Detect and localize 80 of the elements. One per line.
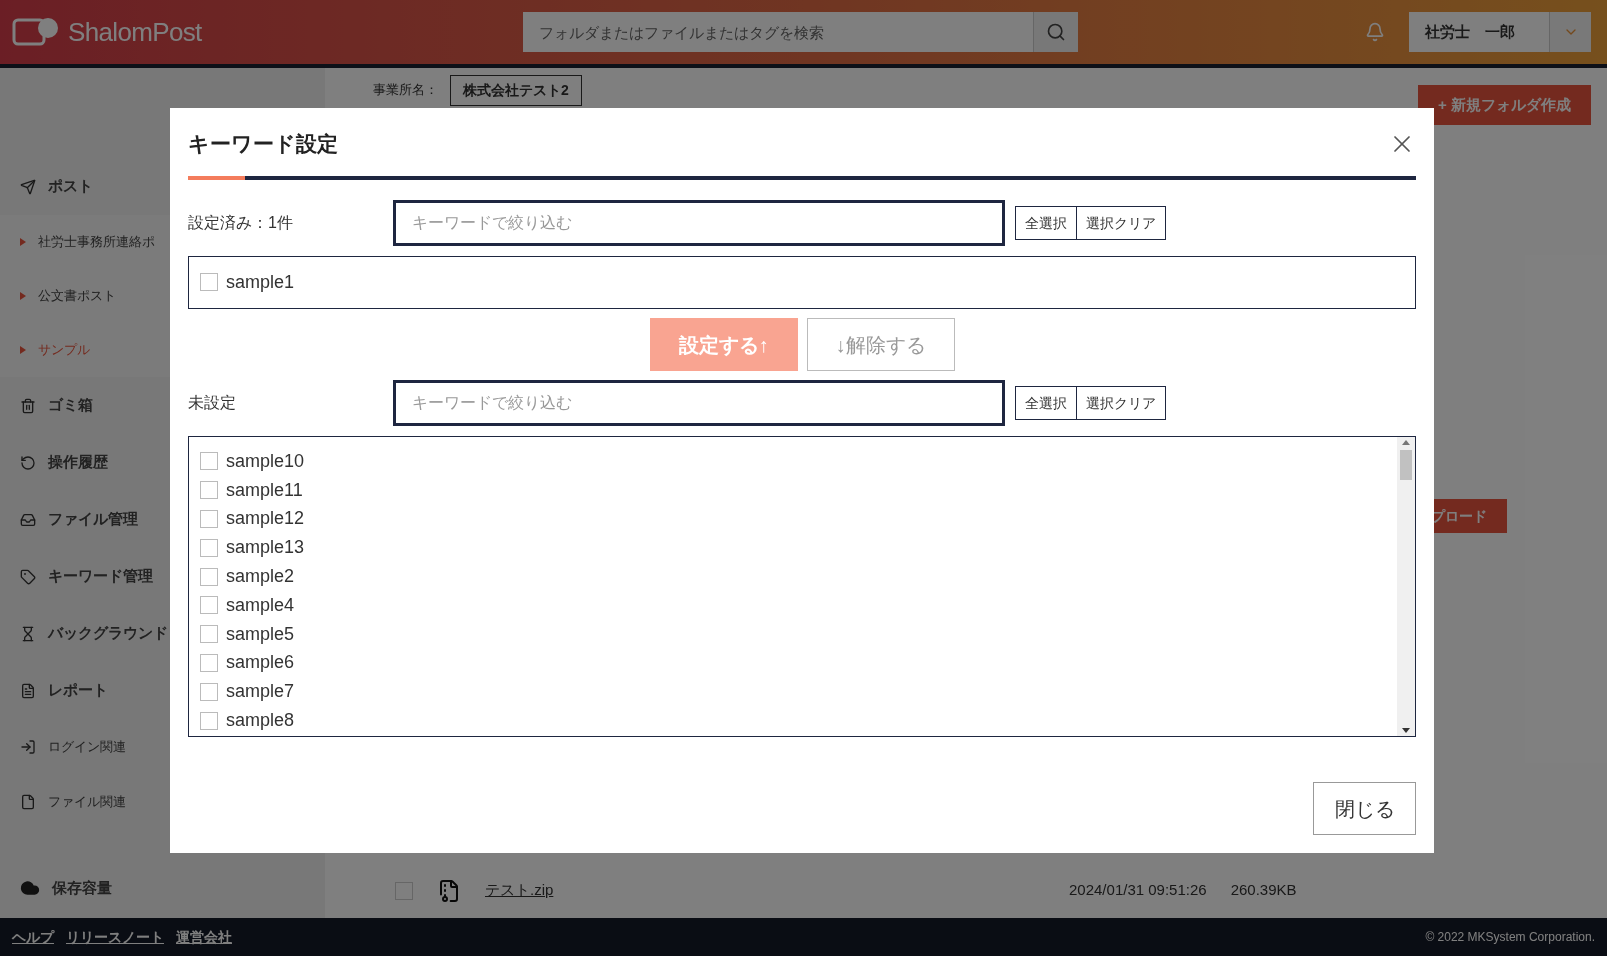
keyword-label: sample13 xyxy=(226,536,305,560)
office-name[interactable]: 株式会社テスト2 xyxy=(450,74,582,106)
sidebar-item[interactable]: キーワード管理 xyxy=(48,565,153,588)
filter-field[interactable]: キーワードで絞り込む xyxy=(393,200,1005,246)
file-size: 260.39KB xyxy=(1230,880,1297,901)
filter-field[interactable]: キーワードで絞り込む xyxy=(393,380,1005,426)
scrollbar[interactable] xyxy=(1397,437,1415,736)
new-folder-button[interactable]: + 新規フォルダ作成 xyxy=(1418,85,1591,125)
checkbox[interactable] xyxy=(200,567,218,586)
checkbox[interactable] xyxy=(200,596,218,615)
caret-icon xyxy=(20,238,26,246)
keyword-label: sample11 xyxy=(226,478,303,502)
checkbox[interactable] xyxy=(200,711,218,730)
checkbox[interactable] xyxy=(200,653,218,672)
storage-label: 保存容量 xyxy=(52,877,112,898)
sidebar-item[interactable]: ポスト xyxy=(48,175,93,198)
clear-selection-button[interactable]: 選択クリア xyxy=(1077,386,1166,420)
menu-icon xyxy=(20,793,36,810)
menu-icon xyxy=(20,178,36,195)
unassign-button[interactable]: ↓解除する xyxy=(806,318,955,371)
checkbox[interactable] xyxy=(200,538,218,557)
sidebar-item[interactable]: ゴミ箱 xyxy=(48,394,93,417)
select-all-button[interactable]: 全選択 xyxy=(1015,206,1077,240)
file-name-link[interactable]: テスト.zip xyxy=(485,879,845,902)
section-label: 未設定 xyxy=(188,393,237,413)
user-menu-button[interactable] xyxy=(1549,12,1591,52)
keyword-label: sample6 xyxy=(226,651,295,675)
sidebar-item[interactable]: ファイル関連 xyxy=(48,791,126,812)
sidebar-item[interactable]: 公文書ポスト xyxy=(38,286,116,306)
file-icon xyxy=(437,878,461,903)
checkbox[interactable] xyxy=(200,273,218,292)
keyword-label: sample5 xyxy=(226,622,295,646)
search-field[interactable]: フォルダまたはファイルまたはタグを検索 xyxy=(523,12,1033,52)
keyword-label: sample12 xyxy=(226,507,305,531)
checkbox[interactable] xyxy=(200,452,218,471)
cloud-icon xyxy=(20,878,40,898)
file-date: 2024/01/31 09:51:26 xyxy=(1069,880,1207,901)
assign-button[interactable]: 設定する↑ xyxy=(649,318,798,371)
sidebar-item[interactable]: ファイル管理 xyxy=(48,508,138,531)
clear-selection-button[interactable]: 選択クリア xyxy=(1077,206,1166,240)
menu-icon xyxy=(20,511,36,528)
sidebar-item[interactable]: 操作履歴 xyxy=(48,451,108,474)
menu-icon xyxy=(20,454,36,471)
copyright-text: © 2022 MKSystem Corporation. xyxy=(1425,929,1595,946)
caret-icon xyxy=(20,346,26,354)
menu-icon xyxy=(20,625,36,642)
keyword-label: sample8 xyxy=(226,709,295,733)
keyword-label: sample1 xyxy=(226,271,295,294)
close-button[interactable]: 閉じる xyxy=(1313,782,1416,835)
caret-icon xyxy=(20,292,26,300)
footer-link[interactable]: 運営会社 xyxy=(176,926,232,948)
sidebar-item[interactable]: レポート xyxy=(48,679,108,702)
checkbox[interactable] xyxy=(200,682,218,701)
bell-icon[interactable] xyxy=(1365,22,1385,42)
checkbox[interactable] xyxy=(200,510,218,528)
office-label: 事業所名： xyxy=(373,81,438,100)
checkbox[interactable] xyxy=(200,481,218,500)
sidebar-item[interactable]: 社労士事務所連絡ポ xyxy=(38,232,155,252)
keyword-label: sample4 xyxy=(226,593,295,617)
menu-icon xyxy=(20,568,36,585)
section-label: 設定済み：1件 xyxy=(188,213,294,233)
checkbox[interactable] xyxy=(395,881,413,900)
menu-icon xyxy=(20,682,36,699)
sidebar-item[interactable]: バックグラウンド xyxy=(48,622,168,645)
menu-icon xyxy=(20,397,36,414)
user-name[interactable]: 社労士 一郎 xyxy=(1409,12,1549,52)
footer-link[interactable]: ヘルプ xyxy=(12,926,54,948)
search-button[interactable] xyxy=(1033,12,1078,52)
sidebar-item[interactable]: ログイン関連 xyxy=(48,736,126,757)
keyword-label: sample10 xyxy=(226,449,305,473)
menu-icon xyxy=(20,738,36,755)
checkbox[interactable] xyxy=(200,625,218,644)
keyword-label: sample2 xyxy=(226,565,295,589)
keyword-label: sample7 xyxy=(226,680,295,704)
dialog-title: キーワード設定 xyxy=(188,131,338,158)
select-all-button[interactable]: 全選択 xyxy=(1015,386,1077,420)
sidebar-item[interactable]: サンプル xyxy=(38,340,90,360)
logo-text: ShalomPost xyxy=(68,15,202,49)
search-icon xyxy=(1046,22,1066,42)
footer-link[interactable]: リリースノート xyxy=(66,926,164,948)
